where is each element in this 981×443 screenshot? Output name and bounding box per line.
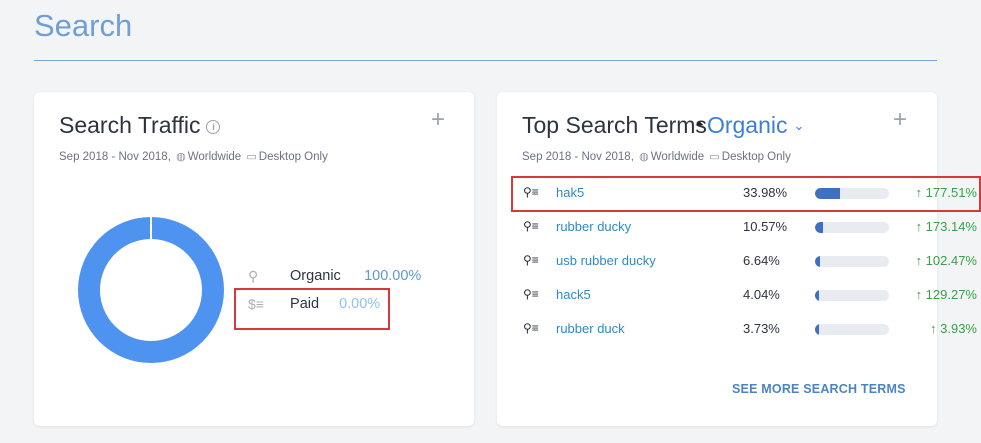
date-range: Sep 2018 - Nov 2018,: [59, 151, 171, 163]
share-bar-fill: [815, 222, 823, 233]
date-range: Sep 2018 - Nov 2018,: [522, 151, 634, 163]
share-bar: [815, 290, 889, 301]
share-bar: [815, 256, 889, 267]
search-term-icon: ⚲≡: [523, 219, 539, 233]
search-term-link[interactable]: hack5: [556, 287, 591, 302]
info-icon[interactable]: i: [206, 119, 221, 134]
legend-organic-label: Organic: [290, 268, 341, 284]
share-bar: [815, 222, 889, 233]
share-bar-fill: [815, 324, 820, 335]
change-value: ↑ 173.14%: [915, 219, 977, 234]
add-widget-button[interactable]: +: [431, 108, 445, 132]
donut-start-marker: [150, 217, 152, 239]
top-search-terms-card: Top Search TermsOrganic ⌄ + Sep 2018 - No…: [497, 92, 981, 426]
see-more-search-terms-link[interactable]: SEE MORE SEARCH TERMS: [732, 382, 906, 396]
globe-icon: ◍: [176, 151, 186, 163]
share-bar: [815, 324, 889, 335]
search-term-icon: ⚲≡: [523, 321, 539, 335]
organic-filter-label: Organic: [706, 112, 788, 138]
search-term-link[interactable]: rubber duck: [556, 321, 625, 336]
table-row[interactable]: ⚲≡ hack5 4.04% ↑ 129.27%: [497, 278, 977, 312]
search-term-link[interactable]: rubber ducky: [556, 219, 631, 234]
search-traffic-card: Search Traffic i + Sep 2018 - Nov 2018, ◍…: [34, 92, 474, 426]
traffic-share: 10.57%: [743, 219, 788, 234]
device: Desktop Only: [721, 151, 791, 163]
search-traffic-title-text: Search Traffic: [59, 112, 201, 138]
share-bar-fill: [815, 256, 820, 267]
top-terms-meta: Sep 2018 - Nov 2018, ◍ Worldwide ▭ Desktop…: [522, 150, 791, 163]
change-value: ↑ 102.47%: [915, 253, 977, 268]
organic-filter-dropdown[interactable]: Organic ⌄: [707, 112, 804, 138]
top-terms-title: Top Search TermsOrganic ⌄: [522, 112, 804, 139]
table-row[interactable]: ⚲≡ usb rubber ducky 6.64% ↑ 102.47%: [497, 244, 977, 278]
region: Worldwide: [187, 151, 242, 163]
top-terms-title-text: Top Search Terms: [522, 112, 707, 138]
legend-organic: ⚲ Organic 100.00%: [248, 268, 422, 284]
globe-icon: ◍: [639, 151, 649, 163]
change-value: ↑ 3.93%: [930, 321, 977, 336]
highlight-box-paid: [234, 288, 390, 330]
search-term-icon: ⚲≡: [523, 253, 539, 267]
title-divider: [34, 60, 937, 61]
desktop-icon: ▭: [246, 151, 257, 163]
table-row[interactable]: ⚲≡ rubber ducky 10.57% ↑ 173.14%: [497, 210, 977, 244]
traffic-share: 4.04%: [743, 287, 780, 302]
change-value: ↑ 129.27%: [915, 287, 977, 302]
region: Worldwide: [650, 151, 705, 163]
device: Desktop Only: [258, 151, 328, 163]
search-traffic-meta: Sep 2018 - Nov 2018, ◍ Worldwide ▭ Desktop…: [59, 150, 328, 163]
share-bar-fill: [815, 290, 820, 301]
search-icon: ⚲: [248, 268, 259, 284]
page-title: Search: [34, 8, 133, 43]
add-widget-button[interactable]: +: [893, 108, 907, 132]
chevron-down-icon: ⌄: [793, 118, 805, 133]
highlight-box-hak5: [511, 176, 981, 212]
table-row[interactable]: ⚲≡ rubber duck 3.73% ↑ 3.93%: [497, 312, 977, 346]
traffic-share: 6.64%: [743, 253, 780, 268]
search-term-link[interactable]: usb rubber ducky: [556, 253, 656, 268]
legend-organic-value: 100.00%: [364, 268, 422, 284]
desktop-icon: ▭: [709, 151, 720, 163]
traffic-share: 3.73%: [743, 321, 780, 336]
search-traffic-title: Search Traffic i: [59, 112, 221, 139]
search-term-icon: ⚲≡: [523, 287, 539, 301]
mouse-cursor-icon: ⏶: [695, 118, 704, 130]
